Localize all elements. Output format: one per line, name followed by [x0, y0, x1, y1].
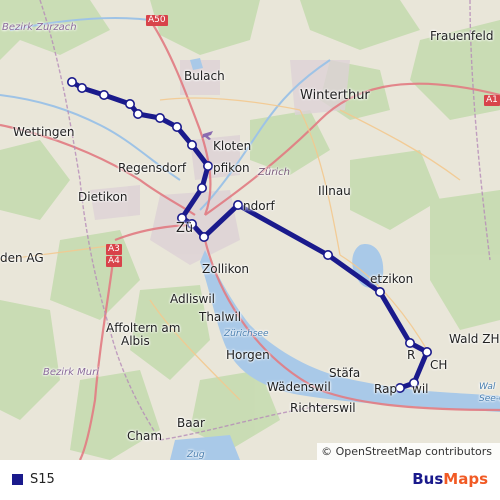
place-label: Wädenswil — [267, 380, 331, 394]
brand-logo-part: Maps — [443, 470, 488, 488]
stop-marker[interactable] — [203, 161, 214, 172]
region-label: Zürich — [258, 167, 290, 178]
place-label: Kloten — [213, 139, 252, 153]
place-label: Richterswil — [290, 401, 356, 415]
place-label: Horgen — [226, 348, 270, 362]
map-attribution[interactable]: © OpenStreetMap contributors — [317, 443, 500, 460]
place-label: Wald ZH — [449, 332, 500, 346]
place-label: Regensdorf — [118, 161, 187, 175]
place-label: Dietikon — [78, 190, 128, 204]
highway-shield: A3 — [106, 244, 122, 255]
place-label: Zug — [187, 450, 205, 460]
place-label: den AG — [0, 251, 44, 265]
place-label: etzikon — [370, 272, 414, 286]
place-label: Affoltern am — [106, 321, 181, 335]
stop-marker[interactable] — [199, 232, 210, 243]
place-label: Zü — [176, 221, 194, 236]
stop-marker[interactable] — [233, 200, 244, 211]
place-label: Zollikon — [202, 262, 250, 276]
stop-marker[interactable] — [421, 346, 432, 357]
stop-marker[interactable] — [322, 250, 333, 261]
stop-marker[interactable] — [99, 90, 110, 101]
stop-marker[interactable] — [172, 122, 183, 133]
place-label: Stäfa — [329, 366, 361, 380]
place-label: Illnau — [318, 184, 351, 198]
place-label: wil — [412, 382, 429, 396]
region-label: Bezirk Zurzach — [2, 22, 77, 33]
place-label: Thalwil — [199, 310, 242, 324]
highway-shield: A50 — [146, 15, 168, 26]
water-label: Zürichsee — [224, 329, 269, 339]
place-label: Winterthur — [300, 88, 370, 103]
place-label: ndorf — [243, 199, 275, 213]
map-canvas[interactable]: Bezirk Zurzach Bulach Winterthur Frauenf… — [0, 0, 500, 460]
place-label: Wettingen — [13, 125, 75, 139]
water-label: See-Co — [479, 394, 500, 404]
place-label: Bulach — [184, 69, 225, 83]
stop-marker[interactable] — [155, 113, 166, 124]
place-label: Baar — [177, 416, 205, 430]
water-label: Wal — [479, 382, 496, 392]
line-color-swatch — [12, 474, 23, 485]
place-label: Adliswil — [170, 292, 216, 306]
stop-marker[interactable] — [187, 140, 198, 151]
stop-marker[interactable] — [197, 183, 208, 194]
stop-marker[interactable] — [77, 83, 88, 94]
stop-marker[interactable] — [67, 77, 78, 88]
place-label: Albis — [121, 334, 150, 348]
stop-marker[interactable] — [374, 286, 385, 297]
brand-logo[interactable]: BusMaps — [412, 470, 488, 488]
place-label: Cham — [127, 429, 163, 443]
stop-marker[interactable] — [125, 99, 136, 110]
stop-marker[interactable] — [394, 382, 405, 393]
place-label: CH — [430, 358, 448, 372]
stop-marker[interactable] — [404, 337, 415, 348]
place-label: Frauenfeld — [430, 29, 494, 43]
highway-shield: A1 — [484, 95, 500, 106]
stop-marker[interactable] — [133, 109, 144, 120]
line-name-label: S15 — [30, 472, 55, 487]
brand-logo-part: Bus — [412, 470, 444, 488]
place-label: pfikon — [213, 161, 250, 175]
place-label: Rap — [374, 382, 398, 396]
highway-shield: A4 — [106, 256, 122, 267]
region-label: Bezirk Muri — [43, 367, 99, 378]
place-label: R — [407, 348, 416, 362]
